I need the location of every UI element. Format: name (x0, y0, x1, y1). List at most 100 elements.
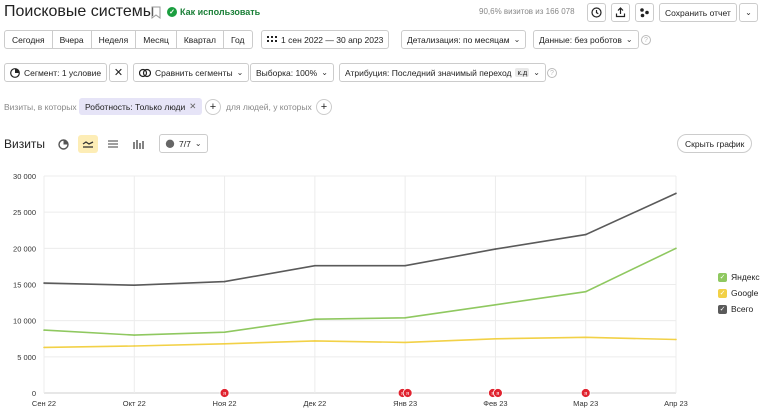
period-today[interactable]: Сегодня (4, 30, 53, 49)
x-tick-label: Ноя 22 (213, 399, 237, 408)
line-chart-icon (82, 141, 94, 148)
legend-label-google: Google (731, 288, 759, 298)
series-point (314, 318, 316, 321)
help-icon[interactable]: ? (547, 68, 557, 78)
period-switcher: Сегодня Вчера Неделя Месяц Квартал Год (4, 30, 253, 49)
legend-swatch-total: ✓ (718, 304, 727, 314)
x-tick-label: Фев 23 (483, 399, 507, 408)
bookmark-icon[interactable] (151, 6, 161, 19)
y-tick-label: 0 (32, 389, 36, 398)
stacked-area-icon (108, 140, 118, 148)
segment-button[interactable]: Сегмент: 1 условие (4, 63, 108, 82)
series-point (584, 233, 587, 236)
annotation-marker-label: я (584, 391, 587, 397)
visits-condition-label: Визиты, в которых (4, 102, 77, 112)
add-people-condition-button[interactable]: + (316, 99, 332, 115)
series-point (133, 284, 136, 287)
people-condition-label: для людей, у которых (226, 102, 312, 112)
date-range-label: 1 сен 2022 — 30 апр 2023 (281, 34, 384, 45)
series-point (494, 337, 497, 340)
series-point (43, 282, 45, 284)
period-quarter[interactable]: Квартал (176, 30, 224, 49)
export-button[interactable] (611, 3, 630, 22)
page-title: Поисковые системы (4, 3, 155, 20)
x-tick-label: Мар 23 (573, 399, 598, 408)
sample-dropdown[interactable]: Выборка: 100% ⌄ (250, 63, 334, 82)
annotation-marker-label: я (496, 391, 499, 397)
line-chart-type-button[interactable] (78, 135, 98, 153)
how-to-use-link[interactable]: ✓ Как использовать (167, 7, 260, 17)
pie-chart-icon (57, 138, 69, 150)
legend-label-yandex: Яндекс (731, 272, 760, 282)
check-circle-icon: ✓ (167, 7, 177, 17)
series-point (223, 331, 226, 334)
attribution-badge: к.д (515, 68, 530, 77)
compare-segments-button[interactable]: Сравнить сегменты ⌄ (133, 63, 250, 82)
series-count: 7/7 (179, 138, 191, 149)
robot-filter-chip[interactable]: Роботность: Только люди ✕ (79, 98, 203, 115)
sharing-button[interactable] (635, 3, 654, 22)
sample-label: Выборка: 100% (256, 67, 318, 78)
period-week[interactable]: Неделя (91, 30, 137, 49)
detail-dropdown[interactable]: Детализация: по месяцам ⌄ (401, 30, 527, 49)
period-year[interactable]: Год (223, 30, 253, 49)
y-tick-label: 15 000 (13, 281, 36, 290)
series-line-2 (43, 192, 677, 287)
series-point (223, 343, 226, 345)
period-yesterday[interactable]: Вчера (52, 30, 92, 49)
chevron-down-icon: ⌄ (625, 35, 633, 44)
bar-chart-icon (133, 139, 144, 149)
y-tick-label: 20 000 (13, 244, 36, 253)
plus-icon: + (320, 101, 328, 113)
attribution-dropdown[interactable]: Атрибуция: Последний значимый переход к.… (339, 63, 546, 82)
series-point (494, 248, 497, 250)
series-selector[interactable]: 7/7 ⌄ (159, 134, 208, 153)
hide-chart-label: Скрыть график (685, 138, 745, 149)
save-report-dropdown[interactable]: ⌄ (739, 3, 758, 22)
y-tick-label: 5 000 (17, 353, 36, 362)
attribution-label: Атрибуция: Последний значимый переход (345, 67, 512, 78)
chevron-down-icon: ⌄ (533, 68, 540, 77)
help-icon[interactable]: ? (641, 35, 651, 45)
compare-icon (139, 68, 151, 77)
x-tick-label: Янв 23 (393, 399, 417, 408)
annotation-marker-label: я (223, 391, 226, 397)
bar-chart-type-button[interactable] (128, 135, 148, 153)
pie-chart-type-button[interactable] (53, 135, 73, 153)
series-point (404, 341, 406, 344)
close-icon: ✕ (113, 67, 124, 79)
chevron-down-icon: ⌄ (745, 8, 752, 17)
chevron-down-icon: ⌄ (236, 68, 244, 77)
series-point (675, 247, 677, 250)
legend-item-total[interactable]: ✓ Всего (718, 304, 753, 314)
clear-segment-button[interactable]: ✕ (109, 63, 128, 82)
series-point (404, 264, 406, 267)
series-point (404, 316, 406, 319)
detail-label: Детализация: по месяцам (407, 34, 510, 45)
add-visit-condition-button[interactable]: + (205, 99, 221, 115)
legend-label-total: Всего (731, 304, 754, 314)
visits-line-chart: 0 5 000 10 000 15 000 20 000 25 000 30 000 Сен … (13, 172, 688, 408)
date-range-button[interactable]: 1 сен 2022 — 30 апр 2023 (261, 30, 390, 49)
data-label: Данные: без роботов (539, 34, 622, 45)
legend-swatch-google: ✓ (718, 288, 727, 298)
how-to-use-label: Как использовать (180, 7, 261, 17)
period-month[interactable]: Месяц (136, 30, 177, 49)
annotation-marker-label: я (406, 391, 409, 397)
data-dropdown[interactable]: Данные: без роботов ⌄ (533, 30, 639, 49)
x-tick-label: Дек 22 (303, 399, 326, 408)
hide-chart-button[interactable]: Скрыть график (677, 134, 753, 153)
save-report-button[interactable]: Сохранить отчет (659, 3, 737, 22)
visits-share-text: 90,6% визитов из 166 078 (479, 7, 575, 16)
series-point (43, 346, 45, 349)
area-chart-type-button[interactable] (103, 135, 123, 153)
history-button[interactable] (587, 3, 606, 22)
legend-item-google[interactable]: ✓ Google (718, 288, 758, 298)
legend-item-yandex[interactable]: ✓ Яндекс (718, 272, 760, 282)
clock-icon (591, 7, 602, 18)
series-point (314, 340, 316, 342)
close-icon[interactable]: ✕ (189, 101, 196, 112)
series-point (43, 329, 45, 331)
x-tick-label: Сен 22 (32, 399, 56, 408)
share-dots-icon (640, 8, 649, 18)
